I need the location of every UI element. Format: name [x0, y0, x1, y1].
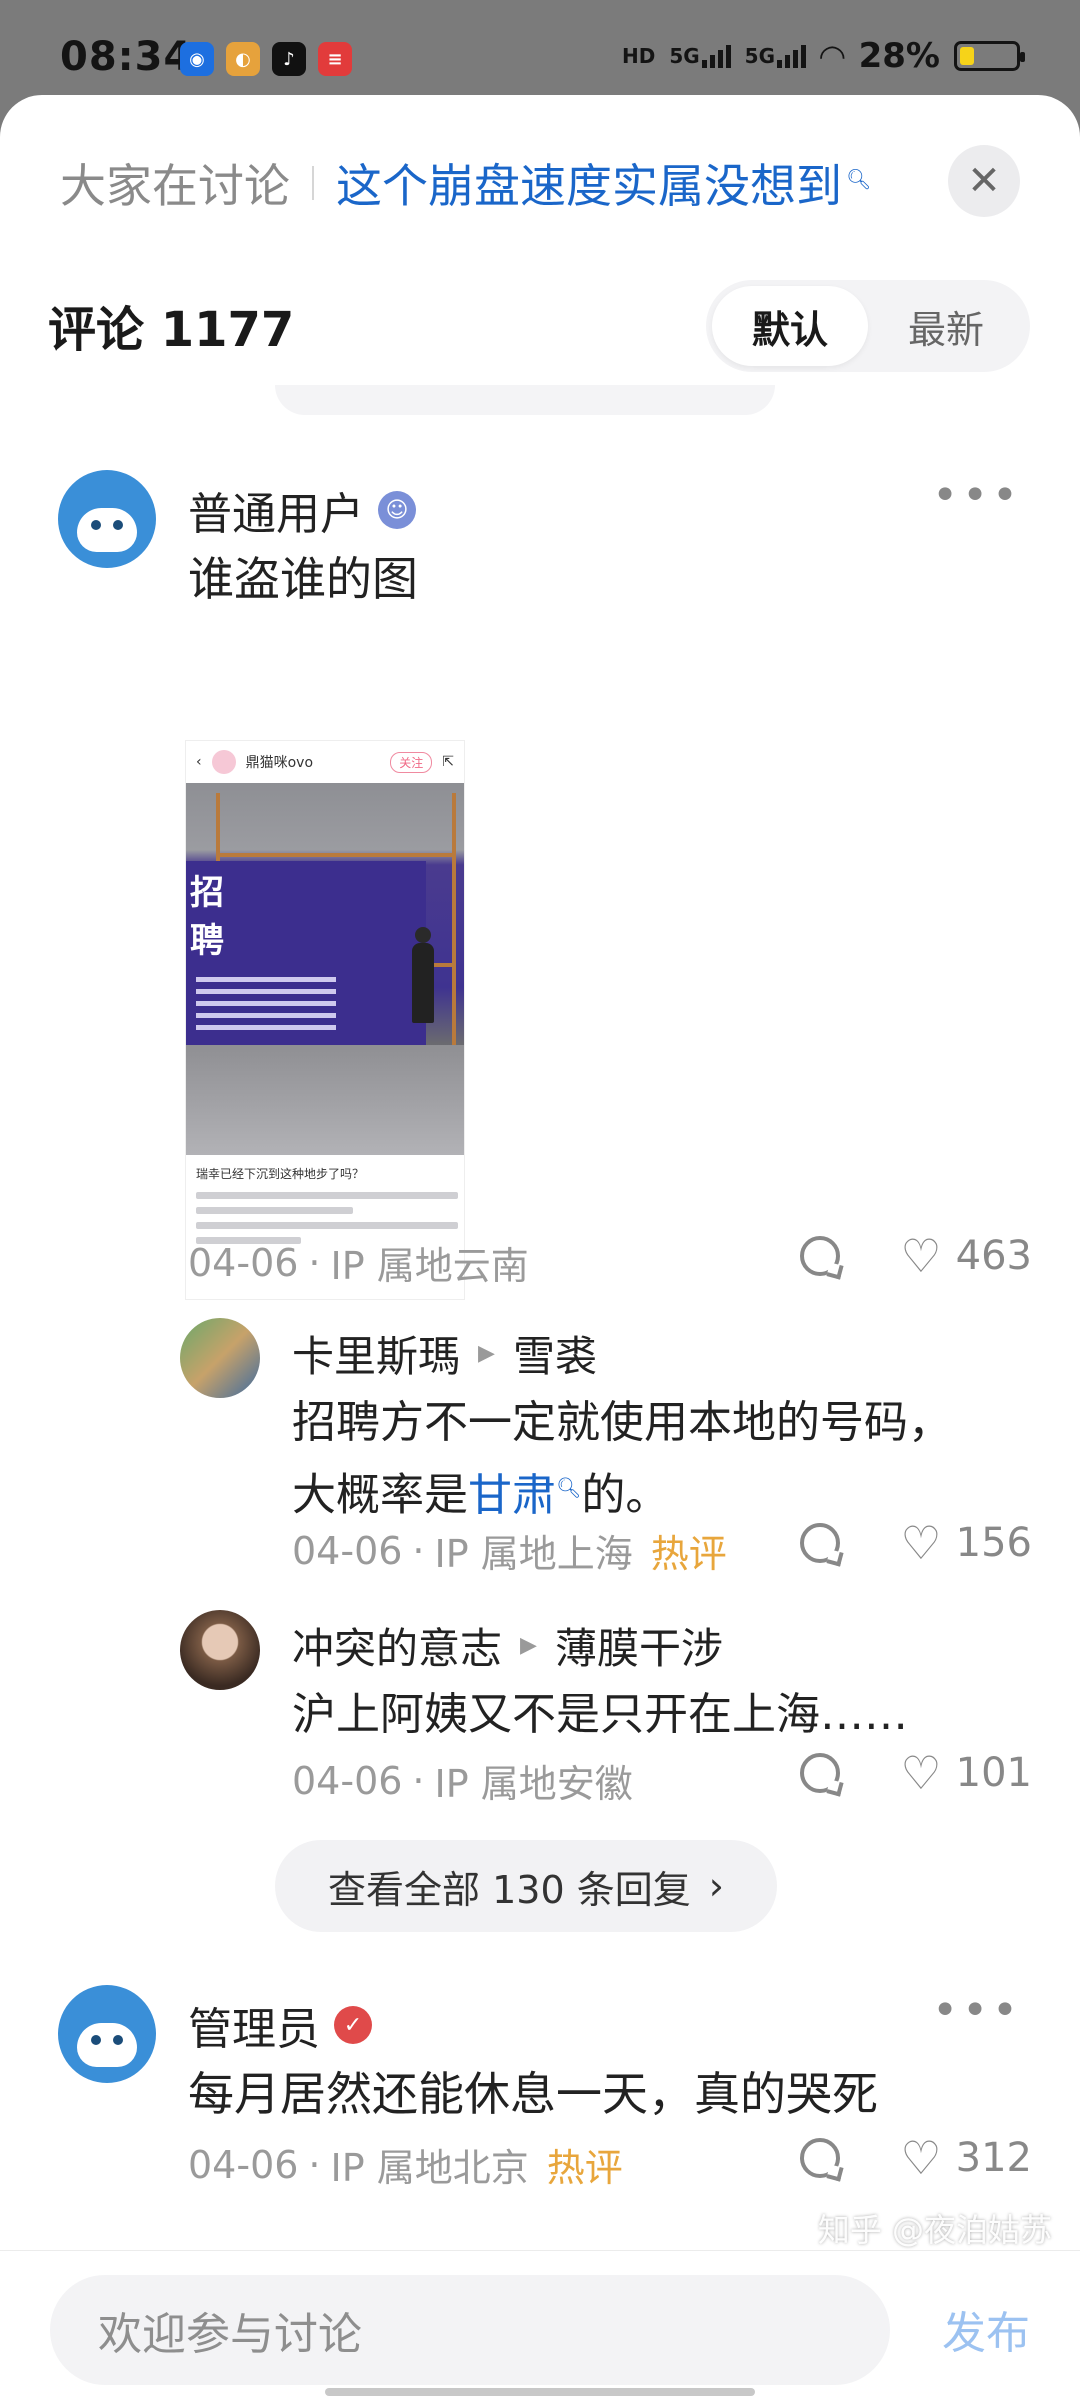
comment-date: 04-06 — [188, 2142, 299, 2187]
comment-username[interactable]: 管理员 ✓ — [188, 1993, 372, 2057]
comment-actions: ♡ 312 — [800, 2135, 1032, 2181]
comment-actions: ♡ 463 — [800, 1233, 1032, 1279]
tiktok-icon: ♪ — [272, 42, 306, 76]
view-all-replies-button[interactable]: 查看全部 130 条回复 › — [275, 1840, 777, 1932]
weibo-icon: ◐ — [226, 42, 260, 76]
reply-icon[interactable] — [800, 1523, 841, 1563]
avatar[interactable] — [58, 1985, 156, 2083]
reply-icon[interactable] — [800, 2138, 841, 2178]
heart-icon: ♡ — [900, 1229, 942, 1283]
like-button[interactable]: ♡ 156 — [900, 1520, 1032, 1566]
banner-text: 招聘 — [190, 873, 224, 961]
reply-icon[interactable] — [800, 1236, 841, 1276]
like-button[interactable]: ♡ 101 — [900, 1750, 1032, 1796]
browser-icon: ◉ — [180, 42, 214, 76]
comment-input[interactable]: 欢迎参与讨论 — [50, 2275, 890, 2385]
home-indicator[interactable] — [325, 2388, 755, 2396]
search-icon: 🔍︎ — [556, 1475, 582, 1499]
signal-icon: 5G — [745, 44, 806, 68]
reply-date: 04-06 — [292, 1758, 403, 1803]
publish-button[interactable]: 发布 — [942, 2297, 1030, 2361]
reply-ip: IP 属地安徽 — [434, 1762, 633, 1806]
reply-to-username[interactable]: 薄膜干涉 — [555, 1615, 723, 1676]
avatar[interactable] — [180, 1318, 260, 1398]
close-button[interactable]: ✕ — [948, 145, 1020, 217]
comments-sheet: 大家在讨论 这个崩盘速度实属没想到 🔍︎ ✕ 评论 1177 默认 最新 普通用户… — [0, 95, 1080, 2400]
battery-percent: 28% — [858, 36, 940, 76]
topic-label: 大家在讨论 — [60, 159, 290, 213]
close-icon: ✕ — [967, 158, 1001, 204]
reply-text: 沪上阿姨又不是只开在上海…… — [292, 1689, 908, 1740]
reply-username[interactable]: 冲突的意志 ▶ 薄膜干涉 — [292, 1615, 723, 1676]
topic-link[interactable]: 这个崩盘速度实属没想到 🔍︎ — [336, 150, 871, 216]
reply-meta: 04-06 · IP 属地上海 热评 — [292, 1523, 727, 1578]
reply-actions: ♡ 156 — [800, 1520, 1032, 1566]
reply-username[interactable]: 卡里斯瑪 ▶ 雪裘 — [292, 1323, 597, 1384]
topic-divider — [312, 166, 314, 200]
embed-photo: 招聘 — [186, 783, 464, 1155]
place-link[interactable]: 甘肃🔍︎ — [468, 1470, 581, 1521]
embed-follow-badge: 关注 — [390, 751, 433, 773]
like-count: 312 — [955, 2135, 1032, 2181]
like-button[interactable]: ♡ 312 — [900, 2135, 1032, 2181]
comment-ip: IP 属地北京 — [330, 2146, 529, 2190]
embed-author: 鼎猫咪ovo — [245, 755, 314, 771]
status-time: 08:34 — [60, 34, 193, 80]
comment-text: 每月居然还能休息一天，真的哭死 — [188, 2067, 878, 2121]
reply-arrow-icon: ▶ — [478, 1341, 495, 1366]
like-count: 101 — [955, 1750, 1032, 1796]
comment-date: 04-06 — [188, 1240, 299, 1285]
reply-date: 04-06 — [292, 1528, 403, 1573]
heart-icon: ♡ — [900, 2131, 942, 2185]
reply-ip: IP 属地上海 — [434, 1532, 633, 1576]
comment-meta: 04-06 · IP 属地北京 热评 — [188, 2137, 623, 2192]
signal-icon: 5G — [669, 44, 731, 68]
comment-ip: IP 属地云南 — [330, 1244, 529, 1288]
sort-default-tab[interactable]: 默认 — [712, 286, 868, 366]
comment-text: 谁盗谁的图 — [188, 552, 418, 606]
hot-badge: 热评 — [650, 1532, 727, 1576]
comment-input-bar: 欢迎参与讨论 发布 — [0, 2250, 1080, 2400]
reply-text: 招聘方不一定就使用本地的号码， 大概率是甘肃🔍︎的。 — [292, 1397, 952, 1521]
embed-header: ‹ 鼎猫咪ovo 关注 ⇱ — [186, 741, 464, 783]
like-count: 463 — [955, 1233, 1032, 1279]
comment-meta: 04-06 · IP 属地云南 — [188, 1235, 529, 1290]
user-badge-icon: ☺ — [378, 491, 416, 529]
reply-arrow-icon: ▶ — [520, 1633, 537, 1658]
more-options-icon[interactable]: ••• — [932, 1985, 1022, 2036]
sort-latest-tab[interactable]: 最新 — [868, 286, 1024, 366]
verified-badge-icon: ✓ — [334, 2006, 372, 2044]
more-options-icon[interactable]: ••• — [932, 470, 1022, 521]
status-app-icons: ◉ ◐ ♪ ≡ — [180, 42, 352, 76]
reply-to-username[interactable]: 雪裘 — [513, 1323, 597, 1384]
collapsed-content-edge — [275, 385, 775, 415]
avatar[interactable] — [58, 470, 156, 568]
avatar[interactable] — [180, 1610, 260, 1690]
hd-indicator: HD — [621, 44, 656, 68]
search-icon: 🔍︎ — [846, 166, 872, 191]
like-button[interactable]: ♡ 463 — [900, 1233, 1032, 1279]
hot-badge: 热评 — [546, 2146, 623, 2190]
status-indicators: HD 5G 5G ◠ 28% — [621, 36, 1025, 76]
like-count: 156 — [955, 1520, 1032, 1566]
share-icon: ⇱ — [442, 754, 454, 770]
wifi-icon: ◠ — [820, 37, 845, 75]
chevron-right-icon: › — [708, 1864, 724, 1908]
battery-icon — [954, 41, 1025, 71]
sort-toggle: 默认 最新 — [706, 280, 1030, 372]
reply-actions: ♡ 101 — [800, 1750, 1032, 1796]
comment-username[interactable]: 普通用户 ☺ — [188, 478, 416, 542]
status-bar: 08:34 ◉ ◐ ♪ ≡ HD 5G 5G ◠ 28% — [0, 0, 1080, 95]
comment-image[interactable]: ‹ 鼎猫咪ovo 关注 ⇱ 招聘 瑞幸已经下沉到这种地步了吗？ — [185, 740, 465, 1300]
news-icon: ≡ — [318, 42, 352, 76]
heart-icon: ♡ — [900, 1516, 942, 1570]
back-arrow-icon: ‹ — [196, 754, 202, 770]
watermark: 知乎 @夜泊姑苏 — [817, 2211, 1052, 2249]
heart-icon: ♡ — [900, 1746, 942, 1800]
embed-avatar — [211, 750, 236, 774]
comments-count-title: 评论 1177 — [48, 302, 295, 358]
reply-meta: 04-06 · IP 属地安徽 — [292, 1753, 633, 1808]
reply-icon[interactable] — [800, 1753, 841, 1793]
topic-bar: 大家在讨论 这个崩盘速度实属没想到 🔍︎ — [60, 150, 871, 216]
